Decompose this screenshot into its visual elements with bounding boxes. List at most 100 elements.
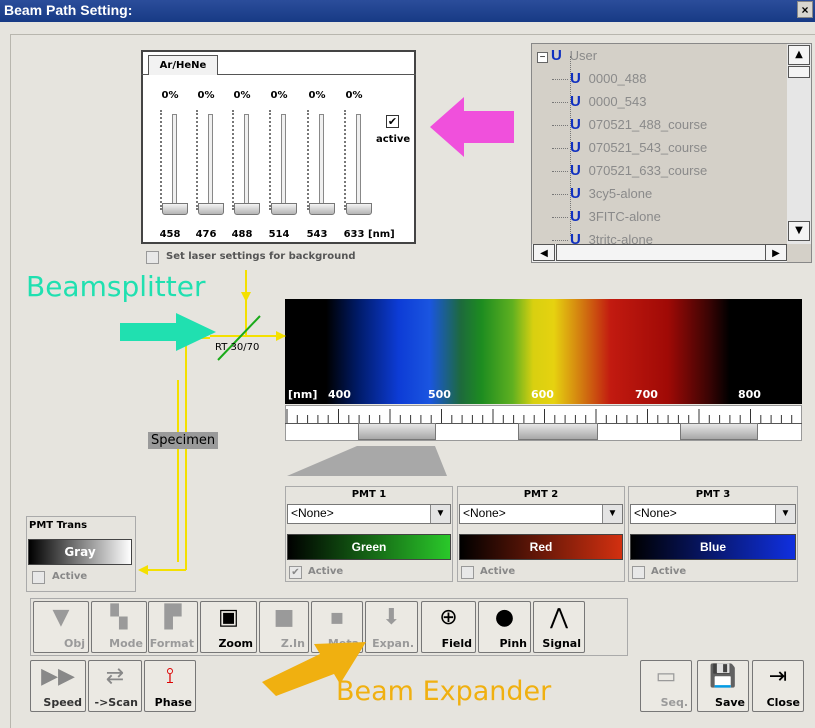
spectrum-tick-label: 600 <box>531 388 554 401</box>
scan-icon: ⇄ <box>105 664 125 689</box>
laser-active-checkbox[interactable]: ✔ <box>386 115 399 128</box>
tree-list: − U User U 0000_488 U 0000_543 U 070521_488… <box>532 44 787 244</box>
to-scan-button[interactable]: ⇄ ->Scan <box>88 660 142 712</box>
scroll-thumb[interactable] <box>788 66 810 78</box>
expander-button[interactable]: ⬇ Expan. <box>365 601 418 653</box>
pmt3-range-slider[interactable] <box>680 423 758 440</box>
window-title: Beam Path Setting: <box>4 2 133 18</box>
tree-item[interactable]: U 3cy5-alone <box>552 185 653 202</box>
laser-active-label: active <box>376 134 411 145</box>
laser-slider-track[interactable] <box>281 114 286 214</box>
pmt-active-checkbox[interactable] <box>461 566 474 579</box>
pmt-dye-select[interactable]: <None> ▼ <box>459 504 623 524</box>
close-button[interactable]: ⇥ Close <box>752 660 804 712</box>
phase-button[interactable]: ⟟ Phase <box>144 660 196 712</box>
pmt3-panel: PMT 3 <None> ▼ Blue Active <box>628 486 798 582</box>
laser-slider-thumb[interactable] <box>309 203 335 215</box>
hscroll-thumb[interactable] <box>556 244 766 261</box>
collapse-icon[interactable]: − <box>537 52 548 63</box>
laser-slider-thumb[interactable] <box>346 203 372 215</box>
pmt-color-bar[interactable]: Blue <box>630 534 796 560</box>
seq-button[interactable]: ▭ Seq. <box>640 660 692 712</box>
tree-item[interactable]: U 3tritc-alone <box>552 231 653 244</box>
meta-icon: ▪ <box>329 605 345 630</box>
button-label: Expan. <box>372 637 414 650</box>
scroll-right-icon[interactable]: ▶ <box>765 244 787 261</box>
chevron-down-icon[interactable]: ▼ <box>602 505 622 523</box>
signal-button[interactable]: ⋀ Signal <box>533 601 585 653</box>
seq-icon: ▭ <box>655 664 677 689</box>
pmt-active-label: Active <box>651 566 687 577</box>
tree-connector <box>552 79 568 80</box>
user-config-icon: U <box>570 139 581 156</box>
user-config-icon: U <box>570 116 581 133</box>
background-laser-checkbox[interactable] <box>146 251 159 264</box>
zoom-icon: ▣ <box>218 605 239 630</box>
laser-wavelength: 514 <box>268 229 290 240</box>
scroll-left-icon[interactable]: ◀ <box>533 244 555 261</box>
scroll-up-icon[interactable]: ▲ <box>788 45 810 65</box>
tree-item-label: 3cy5-alone <box>588 186 653 201</box>
beamsplitter-annotation: Beamsplitter <box>26 270 206 303</box>
teal-arrow-icon <box>120 313 216 351</box>
pmt1-range-slider[interactable] <box>358 423 436 440</box>
laser-slider-thumb[interactable] <box>234 203 260 215</box>
button-label: Seq. <box>660 696 688 709</box>
laser-slider-track[interactable] <box>208 114 213 214</box>
laser-slider-track[interactable] <box>319 114 324 214</box>
tree-item[interactable]: U 0000_543 <box>552 93 646 110</box>
pmt-active-checkbox[interactable] <box>632 566 645 579</box>
chevron-down-icon[interactable]: ▼ <box>775 505 795 523</box>
pmt-trans-active-checkbox[interactable] <box>32 571 45 584</box>
tree-connector <box>552 148 568 149</box>
button-label: Phase <box>154 696 192 709</box>
spectrum-unit: [nm] <box>288 388 318 401</box>
laser-slider-thumb[interactable] <box>162 203 188 215</box>
pmt-active-checkbox[interactable]: ✔ <box>289 566 302 579</box>
tree-root[interactable]: − U User <box>537 47 597 64</box>
pmt-dye-select[interactable]: <None> ▼ <box>287 504 451 524</box>
pinhole-button[interactable]: ● Pinh <box>478 601 531 653</box>
tree-item[interactable]: U 070521_633_course <box>552 162 707 179</box>
background-laser-label: Set laser settings for background <box>166 251 356 262</box>
tree-connector <box>552 125 568 126</box>
laser-slider-thumb[interactable] <box>271 203 297 215</box>
tree-item[interactable]: U 0000_488 <box>552 70 646 87</box>
title-bar: Beam Path Setting: × <box>0 0 815 22</box>
speed-button[interactable]: ▶▶ Speed <box>30 660 86 712</box>
laser-slider-track[interactable] <box>172 114 177 214</box>
laser-tab[interactable]: Ar/HeNe <box>148 55 218 75</box>
pmt-dye-select[interactable]: <None> ▼ <box>630 504 796 524</box>
laser-slider-track[interactable] <box>356 114 361 214</box>
spectrum-tick-label: 500 <box>428 388 451 401</box>
mode-button[interactable]: ▚ Mode <box>91 601 147 653</box>
pmt-color-bar[interactable]: Green <box>287 534 451 560</box>
field-button[interactable]: ⊕ Field <box>421 601 476 653</box>
button-label: Signal <box>542 637 581 650</box>
tree-item[interactable]: U 070521_543_course <box>552 139 707 156</box>
tree-item[interactable]: U 070521_488_course <box>552 116 707 133</box>
tree-horizontal-scrollbar[interactable]: ◀ ▶ <box>532 244 787 262</box>
splitter-ratio: RT 30/70 <box>215 342 260 353</box>
pmt-color-bar[interactable]: Red <box>459 534 623 560</box>
zoom-button[interactable]: ▣ Zoom <box>200 601 257 653</box>
expander-icon: ⬇ <box>382 605 401 630</box>
format-button[interactable]: ▛ Format <box>148 601 198 653</box>
laser-slider-thumb[interactable] <box>198 203 224 215</box>
pmt2-range-slider[interactable] <box>518 423 598 440</box>
pmt-dye-value: <None> <box>634 506 677 520</box>
save-button[interactable]: 💾 Save <box>697 660 749 712</box>
pmt-trans-active-label: Active <box>52 571 88 582</box>
close-window-button[interactable]: × <box>797 1 813 18</box>
obj-button[interactable]: ▼ Obj <box>33 601 89 653</box>
user-config-icon: U <box>570 162 581 179</box>
spectrum-tick-label: 700 <box>635 388 658 401</box>
scroll-down-icon[interactable]: ▼ <box>788 221 810 241</box>
gray-channel-bar[interactable]: Gray <box>28 539 132 565</box>
tree-item[interactable]: U 3FITC-alone <box>552 208 661 225</box>
tree-vertical-scrollbar[interactable]: ▲ ▼ <box>787 44 811 244</box>
tree-root-label: User <box>569 48 598 63</box>
laser-slider-track[interactable] <box>244 114 249 214</box>
pmt-dye-value: <None> <box>291 506 334 520</box>
chevron-down-icon[interactable]: ▼ <box>430 505 450 523</box>
